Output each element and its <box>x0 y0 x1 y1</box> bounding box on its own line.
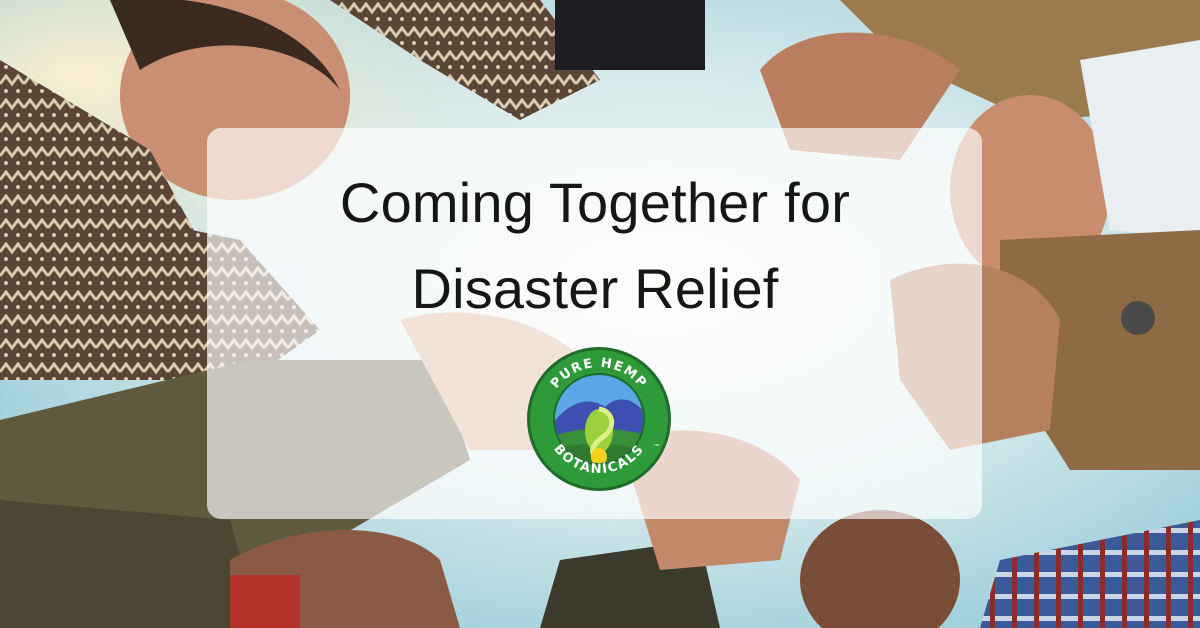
headline-line-2: Disaster Relief <box>411 257 779 320</box>
headline: Coming Together for Disaster Relief <box>0 160 1190 332</box>
logo-trademark: ™ <box>653 443 660 451</box>
banner-canvas: Coming Together for Disaster Relief PURE… <box>0 0 1200 628</box>
headline-line-1: Coming Together for <box>339 171 851 234</box>
pure-hemp-botanicals-logo: PURE HEMP BOTANICALS ™ <box>527 347 671 491</box>
